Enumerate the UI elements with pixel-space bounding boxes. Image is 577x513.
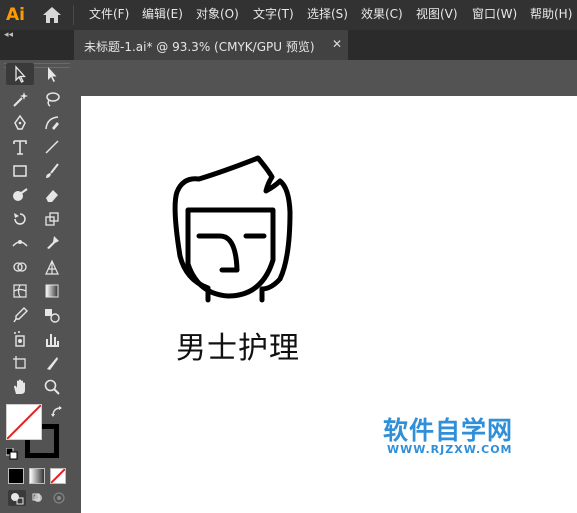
menu-object[interactable]: 对象(O) (196, 7, 239, 21)
eraser-icon[interactable] (38, 184, 66, 206)
pen-tool-icon[interactable] (6, 112, 34, 134)
menu-window[interactable]: 窗口(W) (472, 7, 517, 21)
column-graph-icon[interactable] (38, 328, 66, 350)
menu-file[interactable]: 文件(F) (89, 7, 129, 21)
line-segment-icon[interactable] (38, 136, 66, 158)
watermark-title: 软件自学网 (383, 416, 514, 445)
magic-wand-icon[interactable] (6, 88, 34, 110)
document-tab[interactable]: 未标题-1.ai* @ 93.3% (CMYK/GPU 预览) ✕ (74, 30, 348, 60)
rectangle-tool-icon[interactable] (6, 160, 34, 182)
draw-inside-icon[interactable] (50, 490, 68, 506)
hand-tool-icon[interactable] (6, 376, 34, 398)
zoom-tool-icon[interactable] (38, 376, 66, 398)
menu-edit[interactable]: 编辑(E) (142, 7, 183, 21)
gradient-tool-icon[interactable] (38, 280, 66, 302)
app-logo: Ai (6, 5, 25, 25)
menu-select[interactable]: 选择(S) (307, 7, 348, 21)
selection-tool-icon[interactable] (6, 63, 34, 85)
rotate-tool-icon[interactable] (6, 208, 34, 230)
menu-divider (73, 5, 74, 25)
swap-fill-stroke-icon[interactable] (50, 404, 64, 418)
blend-tool-icon[interactable] (38, 304, 66, 326)
document-tab-title: 未标题-1.ai* @ 93.3% (CMYK/GPU 预览) (84, 40, 315, 54)
menu-type[interactable]: 文字(T) (253, 7, 294, 21)
slice-tool-icon[interactable] (38, 352, 66, 374)
puppet-warp-icon[interactable] (38, 232, 66, 254)
curvature-tool-icon[interactable] (38, 112, 66, 134)
eyedropper-icon[interactable] (6, 304, 34, 326)
menu-help[interactable]: 帮助(H) (530, 7, 572, 21)
artboard-tool-icon[interactable] (6, 352, 34, 374)
direct-selection-tool-icon[interactable] (38, 63, 66, 85)
mesh-tool-icon[interactable] (6, 280, 34, 302)
home-icon[interactable] (41, 6, 63, 24)
none-mode-button[interactable] (50, 468, 66, 484)
menu-view[interactable]: 视图(V) (416, 7, 458, 21)
default-fill-stroke-icon[interactable] (5, 445, 18, 460)
menu-bar: Ai 文件(F) 编辑(E) 对象(O) 文字(T) 选择(S) 效果(C) 视… (0, 0, 577, 30)
draw-behind-icon[interactable] (29, 490, 47, 506)
width-tool-icon[interactable] (6, 232, 34, 254)
type-tool-icon[interactable] (6, 136, 34, 158)
symbol-sprayer-icon[interactable] (6, 328, 34, 350)
fill-swatch[interactable] (6, 404, 42, 440)
shaper-tool-icon[interactable] (6, 184, 34, 206)
menu-effect[interactable]: 效果(C) (361, 7, 403, 21)
lasso-icon[interactable] (38, 88, 66, 110)
collapse-panels-icon[interactable]: ◂◂ (4, 30, 13, 40)
shape-builder-icon[interactable] (6, 256, 34, 278)
close-icon[interactable]: ✕ (332, 37, 342, 51)
artwork-text[interactable]: 男士护理 (176, 323, 300, 367)
gradient-mode-button[interactable] (29, 468, 45, 484)
scale-tool-icon[interactable] (38, 208, 66, 230)
perspective-grid-icon[interactable] (38, 256, 66, 278)
color-mode-button[interactable] (8, 468, 24, 484)
paintbrush-icon[interactable] (38, 160, 66, 182)
watermark-url: WWW.RJZXW.COM (387, 443, 513, 456)
draw-normal-icon[interactable] (8, 490, 26, 506)
